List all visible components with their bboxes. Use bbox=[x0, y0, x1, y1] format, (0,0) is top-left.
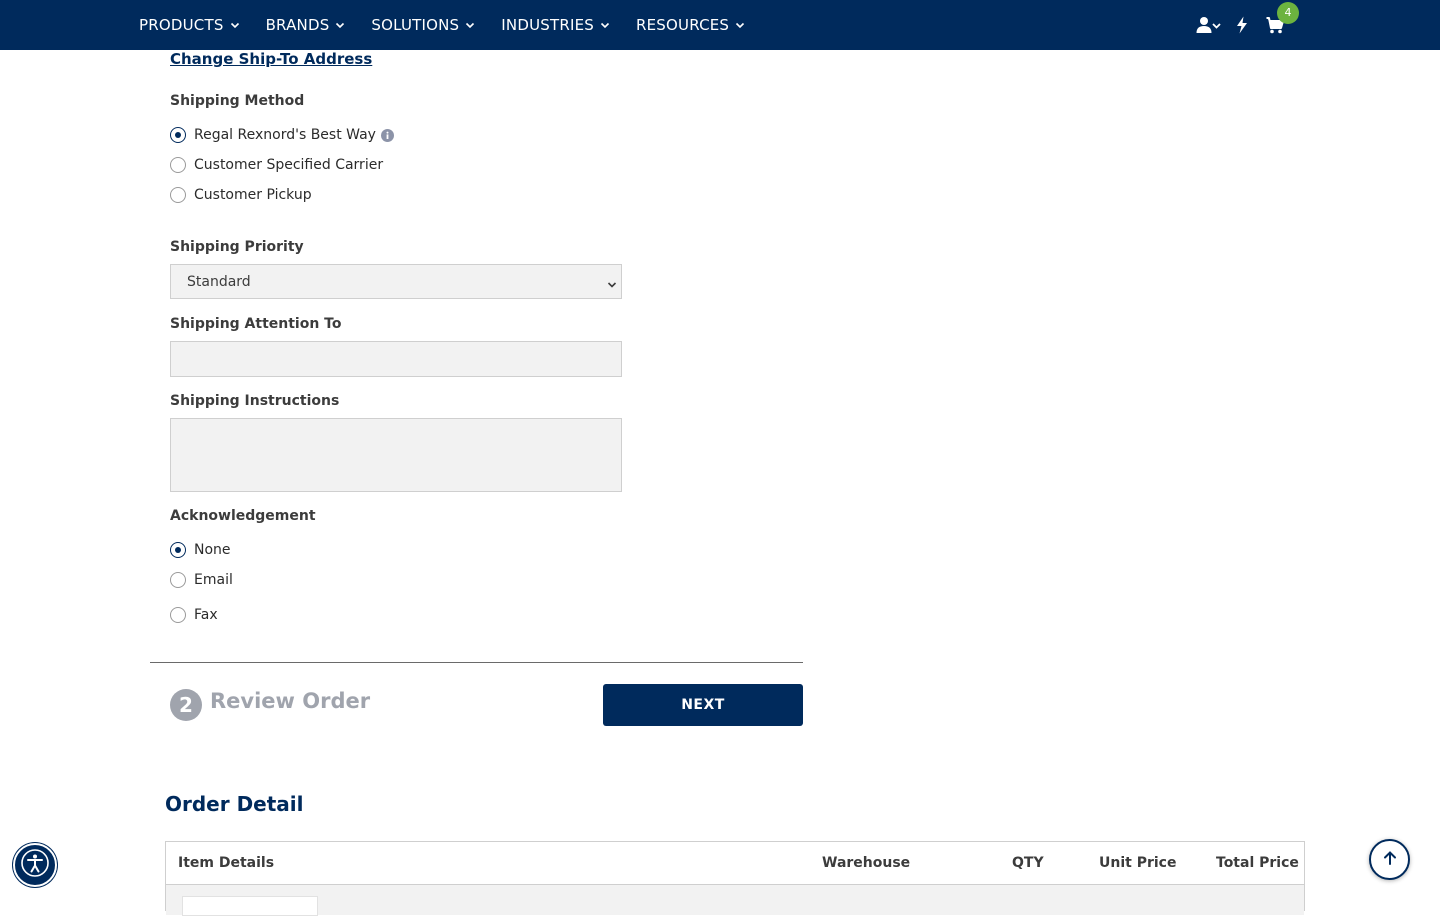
nav-item-label: SOLUTIONS bbox=[371, 16, 460, 34]
option-label: Regal Rexnord's Best Way bbox=[194, 127, 376, 143]
acknowledgement-option-email[interactable]: Email bbox=[170, 572, 233, 588]
nav-item-label: BRANDS bbox=[265, 16, 330, 34]
arrow-up-icon bbox=[1382, 850, 1398, 870]
main-menu: PRODUCTS BRANDS SOLUTIONS INDUSTRIES RES… bbox=[139, 0, 771, 50]
option-label: Customer Pickup bbox=[194, 187, 312, 203]
nav-item-solutions[interactable]: SOLUTIONS bbox=[371, 16, 475, 34]
chevron-down-icon bbox=[230, 20, 240, 30]
radio-button-selected[interactable] bbox=[170, 127, 186, 143]
column-header-warehouse: Warehouse bbox=[822, 855, 911, 871]
radio-button[interactable] bbox=[170, 187, 186, 203]
nav-item-brands[interactable]: BRANDS bbox=[266, 16, 346, 34]
review-order-step-title: Review Order bbox=[210, 689, 371, 713]
header-utility-icons: 4 bbox=[1196, 0, 1299, 50]
nav-item-industries[interactable]: INDUSTRIES bbox=[501, 16, 610, 34]
product-thumbnail bbox=[182, 896, 318, 916]
acknowledgement-option-fax[interactable]: Fax bbox=[170, 607, 218, 623]
chevron-down-icon bbox=[607, 278, 617, 288]
chevron-down-icon bbox=[735, 20, 745, 30]
option-label: Email bbox=[194, 572, 233, 588]
accessibility-button[interactable] bbox=[13, 843, 57, 887]
order-detail-table: Item Details Warehouse QTY Unit Price To… bbox=[165, 841, 1305, 916]
acknowledgement-label: Acknowledgement bbox=[170, 508, 316, 524]
accessibility-icon bbox=[20, 848, 50, 882]
shipping-attention-label: Shipping Attention To bbox=[170, 316, 342, 332]
column-header-item-details: Item Details bbox=[178, 855, 275, 871]
shipping-method-option-best-way[interactable]: Regal Rexnord's Best Way bbox=[170, 127, 394, 143]
chevron-down-icon bbox=[465, 20, 475, 30]
nav-item-resources[interactable]: RESOURCES bbox=[636, 16, 745, 34]
cart-count-badge: 4 bbox=[1277, 1, 1299, 24]
next-button[interactable]: NEXT bbox=[603, 684, 803, 726]
shipping-method-label: Shipping Method bbox=[170, 93, 305, 109]
shipping-method-option-customer-pickup[interactable]: Customer Pickup bbox=[170, 187, 312, 203]
order-table-header: Item Details Warehouse QTY Unit Price To… bbox=[166, 842, 1304, 885]
quick-order-icon[interactable] bbox=[1236, 16, 1248, 34]
chevron-down-icon bbox=[600, 20, 610, 30]
account-icon[interactable] bbox=[1196, 16, 1222, 34]
option-label: Customer Specified Carrier bbox=[194, 157, 384, 173]
shipping-instructions-textarea[interactable] bbox=[170, 418, 622, 492]
radio-button-selected[interactable] bbox=[170, 542, 186, 558]
nav-item-label: PRODUCTS bbox=[139, 16, 224, 34]
column-header-total-price: Total Price bbox=[1216, 855, 1299, 871]
table-row bbox=[166, 885, 1304, 916]
radio-button[interactable] bbox=[170, 607, 186, 623]
cart-icon[interactable]: 4 bbox=[1266, 1, 1299, 34]
shipping-instructions-label: Shipping Instructions bbox=[170, 393, 340, 409]
radio-button[interactable] bbox=[170, 157, 186, 173]
selected-value: Standard bbox=[187, 273, 251, 290]
change-ship-to-address-link[interactable]: Change Ship-To Address bbox=[170, 50, 372, 68]
option-label: None bbox=[194, 542, 231, 558]
radio-button[interactable] bbox=[170, 572, 186, 588]
option-label: Fax bbox=[194, 607, 218, 623]
order-detail-title: Order Detail bbox=[165, 792, 304, 816]
column-header-qty: QTY bbox=[1012, 855, 1044, 871]
nav-item-label: INDUSTRIES bbox=[501, 16, 594, 34]
nav-item-label: RESOURCES bbox=[635, 16, 730, 34]
scroll-to-top-button[interactable] bbox=[1369, 839, 1410, 880]
section-divider bbox=[150, 662, 803, 663]
shipping-attention-input[interactable] bbox=[170, 341, 622, 377]
top-navigation-bar: PRODUCTS BRANDS SOLUTIONS INDUSTRIES RES… bbox=[0, 0, 1440, 50]
chevron-down-icon bbox=[335, 20, 345, 30]
info-icon[interactable] bbox=[380, 128, 394, 142]
acknowledgement-option-none[interactable]: None bbox=[170, 542, 231, 558]
step-number-badge: 2 bbox=[170, 689, 202, 721]
column-header-unit-price: Unit Price bbox=[1099, 855, 1177, 871]
shipping-priority-label: Shipping Priority bbox=[170, 239, 304, 255]
shipping-method-option-customer-carrier[interactable]: Customer Specified Carrier bbox=[170, 157, 383, 173]
shipping-priority-select[interactable]: Standard bbox=[170, 264, 622, 299]
nav-item-products[interactable]: PRODUCTS bbox=[139, 16, 240, 34]
